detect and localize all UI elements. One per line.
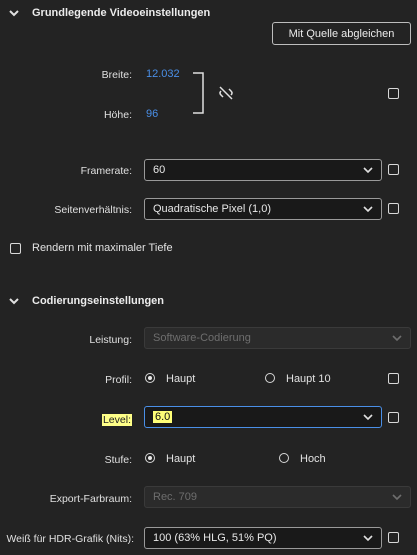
performance-value: Software-Codierung (153, 332, 251, 344)
performance-dropdown: Software-Codierung (144, 327, 411, 349)
size-override-checkbox[interactable] (388, 88, 399, 99)
profile-main-label: Haupt (166, 373, 196, 385)
framerate-label: Framerate: (80, 165, 132, 177)
width-label: Breite: (101, 69, 132, 81)
aspect-value: Quadratische Pixel (1,0) (153, 203, 271, 215)
tier-high-label: Hoch (300, 453, 326, 465)
profile-main-radio[interactable] (145, 373, 155, 383)
aspect-label: Seitenverhältnis: (54, 204, 132, 216)
height-value[interactable]: 96 (146, 108, 158, 120)
tier-main-label: Haupt (166, 453, 196, 465)
level-value: 6.0 (153, 411, 173, 423)
export-color-label: Export-Farbraum: (49, 493, 132, 505)
chevron-down-icon (392, 493, 402, 500)
unlink-chain-icon[interactable] (218, 86, 234, 100)
profile-checkbox[interactable] (388, 373, 399, 384)
performance-label: Leistung: (89, 334, 132, 346)
profile-label: Profil: (105, 374, 132, 386)
framerate-checkbox[interactable] (388, 164, 399, 175)
max-depth-checkbox[interactable] (10, 243, 21, 254)
aspect-dropdown[interactable]: Quadratische Pixel (1,0) (144, 198, 382, 220)
aspect-checkbox[interactable] (388, 203, 399, 214)
chevron-down-icon (363, 205, 373, 212)
width-value[interactable]: 12.032 (146, 68, 180, 80)
level-dropdown[interactable]: 6.0 (144, 406, 382, 428)
max-depth-label: Rendern mit maximaler Tiefe (32, 242, 173, 254)
hdr-white-value: 100 (63% HLG, 51% PQ) (153, 532, 277, 544)
profile-main10-radio[interactable] (265, 373, 275, 383)
chevron-down-icon (392, 334, 402, 341)
level-label: Level: (101, 414, 132, 426)
match-source-button[interactable]: Mit Quelle abgleichen (272, 22, 411, 45)
link-bracket (193, 72, 204, 114)
hdr-white-checkbox[interactable] (388, 532, 399, 543)
chevron-down-icon (363, 166, 373, 173)
export-color-dropdown: Rec. 709 (144, 486, 411, 508)
framerate-value: 60 (153, 164, 166, 176)
chevron-down-icon[interactable] (8, 295, 20, 307)
profile-main10-label: Haupt 10 (286, 373, 331, 385)
chevron-down-icon[interactable] (8, 7, 20, 19)
tier-main-radio[interactable] (145, 453, 155, 463)
height-label: Höhe: (103, 109, 132, 121)
hdr-white-dropdown[interactable]: 100 (63% HLG, 51% PQ) (144, 527, 382, 549)
tier-label: Stufe: (104, 454, 132, 466)
export-color-value: Rec. 709 (153, 491, 198, 503)
section-title-encoding: Codierungseinstellungen (32, 295, 165, 307)
chevron-down-icon (363, 534, 373, 541)
level-checkbox[interactable] (388, 412, 399, 423)
hdr-white-label: Weiß für HDR-Grafik (Nits): (6, 533, 134, 545)
tier-high-radio[interactable] (279, 453, 289, 463)
section-title-basic-video: Grundlegende Videoeinstellungen (32, 7, 211, 19)
framerate-dropdown[interactable]: 60 (144, 159, 382, 181)
chevron-down-icon (363, 413, 373, 420)
